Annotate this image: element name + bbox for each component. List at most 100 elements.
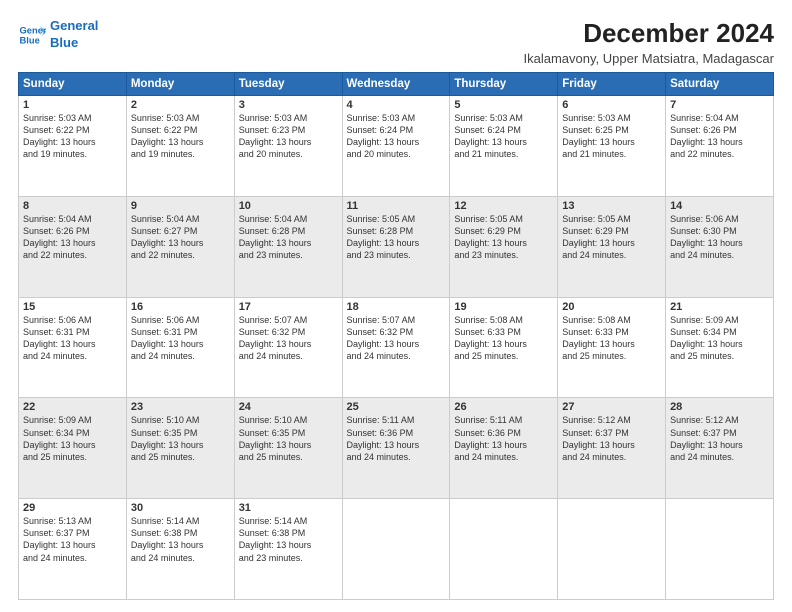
- sunset-label: Sunset: 6:33 PM: [562, 327, 629, 337]
- col-header-sunday: Sunday: [19, 73, 127, 96]
- daylight-minutes: and 24 minutes.: [23, 553, 87, 563]
- day-number: 24: [239, 401, 338, 413]
- day-info: Sunrise: 5:11 AM Sunset: 6:36 PM Dayligh…: [454, 414, 553, 463]
- sunset-label: Sunset: 6:26 PM: [23, 226, 90, 236]
- daylight-minutes: and 25 minutes.: [239, 452, 303, 462]
- calendar-cell: 6 Sunrise: 5:03 AM Sunset: 6:25 PM Dayli…: [558, 96, 666, 197]
- calendar-cell: 2 Sunrise: 5:03 AM Sunset: 6:22 PM Dayli…: [126, 96, 234, 197]
- sunrise-label: Sunrise: 5:06 AM: [23, 315, 92, 325]
- calendar-cell: 22 Sunrise: 5:09 AM Sunset: 6:34 PM Dayl…: [19, 398, 127, 499]
- day-info: Sunrise: 5:14 AM Sunset: 6:38 PM Dayligh…: [239, 515, 338, 564]
- daylight-label: Daylight: 13 hours: [670, 238, 743, 248]
- daylight-label: Daylight: 13 hours: [454, 440, 527, 450]
- page: General Blue General Blue December 2024 …: [0, 0, 792, 612]
- daylight-minutes: and 24 minutes.: [454, 452, 518, 462]
- day-number: 19: [454, 301, 553, 313]
- daylight-minutes: and 24 minutes.: [23, 351, 87, 361]
- day-number: 11: [347, 200, 446, 212]
- calendar-cell: 18 Sunrise: 5:07 AM Sunset: 6:32 PM Dayl…: [342, 297, 450, 398]
- sunset-label: Sunset: 6:31 PM: [23, 327, 90, 337]
- sunrise-label: Sunrise: 5:04 AM: [131, 214, 200, 224]
- svg-text:General: General: [20, 25, 46, 35]
- daylight-label: Daylight: 13 hours: [562, 238, 635, 248]
- header: General Blue General Blue December 2024 …: [18, 18, 774, 66]
- sunset-label: Sunset: 6:24 PM: [347, 125, 414, 135]
- calendar-cell: 12 Sunrise: 5:05 AM Sunset: 6:29 PM Dayl…: [450, 196, 558, 297]
- sunset-label: Sunset: 6:37 PM: [670, 428, 737, 438]
- daylight-label: Daylight: 13 hours: [239, 440, 312, 450]
- day-number: 30: [131, 502, 230, 514]
- calendar-cell: 14 Sunrise: 5:06 AM Sunset: 6:30 PM Dayl…: [666, 196, 774, 297]
- daylight-label: Daylight: 13 hours: [239, 137, 312, 147]
- calendar-cell: 9 Sunrise: 5:04 AM Sunset: 6:27 PM Dayli…: [126, 196, 234, 297]
- calendar-cell: [450, 499, 558, 600]
- daylight-label: Daylight: 13 hours: [239, 238, 312, 248]
- day-info: Sunrise: 5:04 AM Sunset: 6:26 PM Dayligh…: [23, 213, 122, 262]
- calendar-table: SundayMondayTuesdayWednesdayThursdayFrid…: [18, 72, 774, 600]
- calendar-cell: 15 Sunrise: 5:06 AM Sunset: 6:31 PM Dayl…: [19, 297, 127, 398]
- daylight-minutes: and 23 minutes.: [239, 250, 303, 260]
- sunset-label: Sunset: 6:32 PM: [347, 327, 414, 337]
- sunrise-label: Sunrise: 5:09 AM: [23, 415, 92, 425]
- sunrise-label: Sunrise: 5:03 AM: [131, 113, 200, 123]
- day-number: 8: [23, 200, 122, 212]
- day-info: Sunrise: 5:13 AM Sunset: 6:37 PM Dayligh…: [23, 515, 122, 564]
- calendar-week-row: 8 Sunrise: 5:04 AM Sunset: 6:26 PM Dayli…: [19, 196, 774, 297]
- sunset-label: Sunset: 6:35 PM: [131, 428, 198, 438]
- day-info: Sunrise: 5:12 AM Sunset: 6:37 PM Dayligh…: [670, 414, 769, 463]
- day-info: Sunrise: 5:03 AM Sunset: 6:25 PM Dayligh…: [562, 112, 661, 161]
- calendar-week-row: 1 Sunrise: 5:03 AM Sunset: 6:22 PM Dayli…: [19, 96, 774, 197]
- sunrise-label: Sunrise: 5:04 AM: [239, 214, 308, 224]
- daylight-minutes: and 25 minutes.: [670, 351, 734, 361]
- calendar-week-row: 22 Sunrise: 5:09 AM Sunset: 6:34 PM Dayl…: [19, 398, 774, 499]
- day-info: Sunrise: 5:05 AM Sunset: 6:29 PM Dayligh…: [454, 213, 553, 262]
- daylight-minutes: and 22 minutes.: [23, 250, 87, 260]
- calendar-cell: 20 Sunrise: 5:08 AM Sunset: 6:33 PM Dayl…: [558, 297, 666, 398]
- daylight-minutes: and 22 minutes.: [670, 149, 734, 159]
- calendar-cell: 26 Sunrise: 5:11 AM Sunset: 6:36 PM Dayl…: [450, 398, 558, 499]
- daylight-minutes: and 25 minutes.: [23, 452, 87, 462]
- day-number: 6: [562, 99, 661, 111]
- calendar-cell: 11 Sunrise: 5:05 AM Sunset: 6:28 PM Dayl…: [342, 196, 450, 297]
- daylight-label: Daylight: 13 hours: [239, 339, 312, 349]
- sunset-label: Sunset: 6:28 PM: [347, 226, 414, 236]
- logo-icon: General Blue: [18, 21, 46, 49]
- sunrise-label: Sunrise: 5:08 AM: [562, 315, 631, 325]
- sunrise-label: Sunrise: 5:05 AM: [347, 214, 416, 224]
- daylight-label: Daylight: 13 hours: [131, 137, 204, 147]
- daylight-minutes: and 24 minutes.: [670, 250, 734, 260]
- sunrise-label: Sunrise: 5:13 AM: [23, 516, 92, 526]
- day-info: Sunrise: 5:04 AM Sunset: 6:27 PM Dayligh…: [131, 213, 230, 262]
- calendar-cell: [666, 499, 774, 600]
- sunset-label: Sunset: 6:26 PM: [670, 125, 737, 135]
- daylight-minutes: and 22 minutes.: [131, 250, 195, 260]
- sunrise-label: Sunrise: 5:06 AM: [131, 315, 200, 325]
- daylight-label: Daylight: 13 hours: [23, 339, 96, 349]
- day-number: 9: [131, 200, 230, 212]
- day-number: 5: [454, 99, 553, 111]
- day-number: 25: [347, 401, 446, 413]
- sunrise-label: Sunrise: 5:14 AM: [131, 516, 200, 526]
- sunrise-label: Sunrise: 5:07 AM: [239, 315, 308, 325]
- daylight-label: Daylight: 13 hours: [670, 137, 743, 147]
- daylight-label: Daylight: 13 hours: [131, 339, 204, 349]
- calendar-week-row: 29 Sunrise: 5:13 AM Sunset: 6:37 PM Dayl…: [19, 499, 774, 600]
- day-info: Sunrise: 5:04 AM Sunset: 6:26 PM Dayligh…: [670, 112, 769, 161]
- logo-text-general: General: [50, 18, 98, 35]
- day-number: 29: [23, 502, 122, 514]
- daylight-minutes: and 21 minutes.: [454, 149, 518, 159]
- daylight-label: Daylight: 13 hours: [347, 238, 420, 248]
- calendar-header-row: SundayMondayTuesdayWednesdayThursdayFrid…: [19, 73, 774, 96]
- calendar-week-row: 15 Sunrise: 5:06 AM Sunset: 6:31 PM Dayl…: [19, 297, 774, 398]
- main-title: December 2024: [524, 18, 774, 49]
- sunrise-label: Sunrise: 5:11 AM: [347, 415, 415, 425]
- calendar-cell: [558, 499, 666, 600]
- sunset-label: Sunset: 6:29 PM: [562, 226, 629, 236]
- sunrise-label: Sunrise: 5:03 AM: [239, 113, 308, 123]
- sunrise-label: Sunrise: 5:03 AM: [23, 113, 92, 123]
- day-number: 15: [23, 301, 122, 313]
- day-number: 2: [131, 99, 230, 111]
- daylight-minutes: and 21 minutes.: [562, 149, 626, 159]
- sunrise-label: Sunrise: 5:12 AM: [562, 415, 631, 425]
- day-info: Sunrise: 5:05 AM Sunset: 6:29 PM Dayligh…: [562, 213, 661, 262]
